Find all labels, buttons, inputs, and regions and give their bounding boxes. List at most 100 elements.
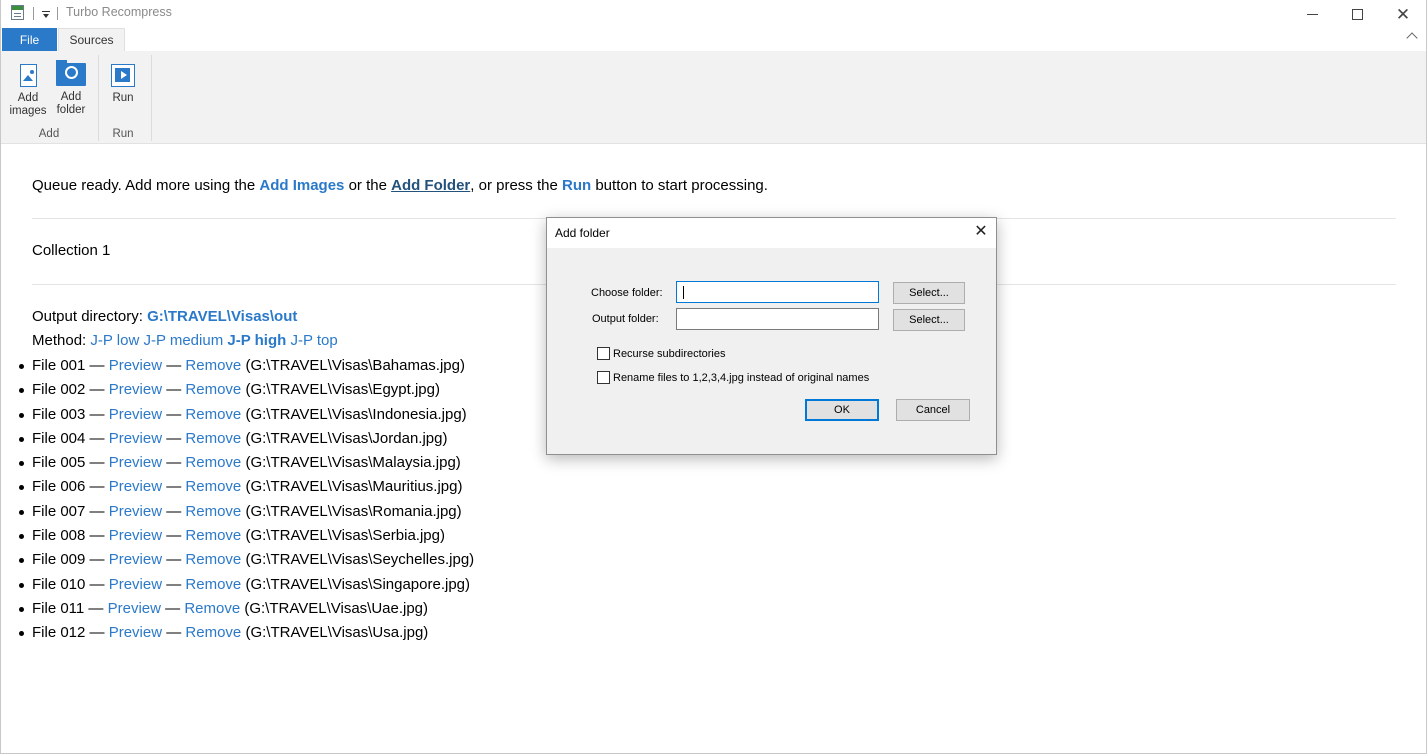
ribbon-panel: Add images Add folder Add Run Run (1, 51, 1426, 144)
remove-link[interactable]: Remove (185, 357, 241, 374)
output-directory-link[interactable]: G:\TRAVEL\Visas\out (147, 308, 297, 325)
tab-file[interactable]: File (2, 28, 57, 51)
method-option-top[interactable]: J-P top (290, 332, 337, 349)
remove-link[interactable]: Remove (185, 454, 241, 471)
remove-link[interactable]: Remove (185, 527, 241, 544)
preview-link[interactable]: Preview (109, 430, 162, 447)
run-icon (111, 64, 135, 87)
run-link[interactable]: Run (562, 177, 591, 194)
file-name: File 011 (32, 599, 85, 617)
file-name: File 007 (32, 502, 86, 520)
remove-link[interactable]: Remove (185, 503, 241, 520)
ribbon-group-divider (151, 55, 152, 141)
method-option-high[interactable]: J-P high (227, 332, 286, 349)
file-list-item: File 008 — Preview — Remove (G:\TRAVEL\V… (18, 524, 474, 548)
preview-link[interactable]: Preview (109, 624, 162, 641)
remove-link[interactable]: Remove (185, 551, 241, 568)
file-list-item: File 002 — Preview — Remove (G:\TRAVEL\V… (18, 378, 474, 402)
app-icon (11, 5, 24, 20)
text-caret (683, 286, 684, 299)
ribbon-group-run-label: Run (112, 128, 134, 140)
add-folder-button[interactable]: Add folder (51, 60, 91, 117)
output-folder-label: Output folder: (592, 313, 659, 325)
output-folder-input[interactable] (676, 308, 879, 330)
file-path: (G:\TRAVEL\Visas\Jordan.jpg) (245, 429, 448, 447)
run-button[interactable]: Run (105, 60, 141, 105)
file-path: (G:\TRAVEL\Visas\Singapore.jpg) (245, 575, 470, 593)
rename-files-label[interactable]: Rename files to 1,2,3,4.jpg instead of o… (613, 372, 869, 384)
tab-sources[interactable]: Sources (58, 28, 125, 51)
dialog-close-icon[interactable]: ✕ (972, 223, 990, 241)
separator: — (162, 381, 186, 399)
file-list-item: File 004 — Preview — Remove (G:\TRAVEL\V… (18, 427, 474, 451)
file-list-item: File 010 — Preview — Remove (G:\TRAVEL\V… (18, 573, 474, 597)
separator: — (162, 429, 186, 447)
status-text: or the (344, 177, 392, 194)
remove-link[interactable]: Remove (185, 406, 241, 423)
choose-folder-label: Choose folder: (591, 287, 663, 299)
add-images-button[interactable]: Add images (7, 60, 49, 118)
add-folder-label-line1: Add (60, 91, 82, 103)
file-name: File 004 (32, 429, 86, 447)
remove-link[interactable]: Remove (185, 430, 241, 447)
separator: — (85, 429, 109, 447)
collapse-ribbon-icon[interactable] (1406, 32, 1418, 44)
add-folder-link[interactable]: Add Folder (391, 177, 470, 194)
preview-link[interactable]: Preview (109, 478, 162, 495)
rename-files-checkbox[interactable] (597, 371, 610, 384)
status-text: , or press the (470, 177, 562, 194)
file-name: File 010 (32, 575, 86, 593)
preview-link[interactable]: Preview (109, 381, 162, 398)
separator: — (162, 405, 186, 423)
file-path: (G:\TRAVEL\Visas\Bahamas.jpg) (245, 357, 465, 374)
method-option-low[interactable]: J-P low (90, 332, 139, 349)
status-text: Queue ready. Add more using the (32, 177, 260, 194)
cancel-button[interactable]: Cancel (896, 399, 970, 421)
close-button[interactable]: ✕ (1380, 0, 1426, 28)
remove-link[interactable]: Remove (185, 381, 241, 398)
separator: — (162, 357, 186, 374)
file-path: (G:\TRAVEL\Visas\Malaysia.jpg) (245, 454, 461, 472)
preview-link[interactable]: Preview (109, 454, 162, 471)
close-icon: ✕ (1395, 4, 1411, 24)
file-path: (G:\TRAVEL\Visas\Mauritius.jpg) (245, 478, 463, 496)
preview-link[interactable]: Preview (108, 600, 161, 617)
preview-link[interactable]: Preview (109, 551, 162, 568)
separator: — (85, 357, 109, 374)
quick-access-dropdown-icon[interactable] (40, 6, 52, 20)
remove-link[interactable]: Remove (185, 478, 241, 495)
preview-link[interactable]: Preview (109, 406, 162, 423)
file-list-item: File 005 — Preview — Remove (G:\TRAVEL\V… (18, 451, 474, 475)
preview-link[interactable]: Preview (109, 527, 162, 544)
file-list-item: File 001 — Preview — Remove (G:\TRAVEL\V… (18, 354, 474, 378)
remove-link[interactable]: Remove (185, 576, 241, 593)
ok-button[interactable]: OK (805, 399, 879, 421)
remove-link[interactable]: Remove (185, 624, 241, 641)
maximize-button[interactable] (1334, 0, 1380, 28)
preview-link[interactable]: Preview (109, 357, 162, 374)
preview-link[interactable]: Preview (109, 576, 162, 593)
file-name: File 006 (32, 478, 86, 496)
choose-folder-select-button[interactable]: Select... (893, 282, 965, 304)
method-selector: Method: J-P low J-P medium J-P high J-P … (32, 332, 338, 349)
separator: — (85, 502, 109, 520)
remove-link[interactable]: Remove (184, 600, 240, 617)
add-images-link[interactable]: Add Images (259, 177, 344, 194)
add-folder-icon (56, 60, 86, 86)
minimize-button[interactable] (1289, 0, 1335, 28)
separator: — (85, 405, 109, 423)
method-option-medium[interactable]: J-P medium (143, 332, 223, 349)
separator: — (162, 624, 186, 642)
choose-folder-input[interactable] (676, 281, 879, 303)
add-images-label-line2: images (9, 105, 47, 117)
output-folder-select-button[interactable]: Select... (893, 309, 965, 331)
recurse-subdirectories-checkbox[interactable] (597, 347, 610, 360)
add-images-label-line1: Add (17, 92, 39, 104)
file-path: (G:\TRAVEL\Visas\Indonesia.jpg) (245, 405, 467, 423)
recurse-subdirectories-label[interactable]: Recurse subdirectories (613, 348, 726, 360)
dialog-title: Add folder (555, 226, 610, 240)
title-separator (33, 7, 34, 20)
method-label: Method: (32, 332, 91, 349)
preview-link[interactable]: Preview (109, 503, 162, 520)
collection-title: Collection 1 (32, 242, 111, 259)
